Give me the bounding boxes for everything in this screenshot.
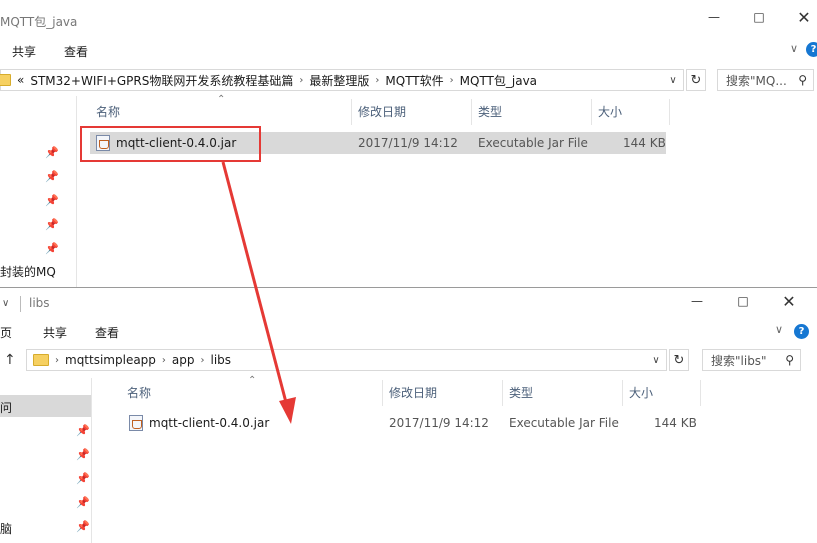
crumb-separator-icon[interactable]: ›	[375, 75, 379, 86]
pin-icon[interactable]: 📌	[45, 194, 59, 207]
nav-item[interactable]: 问	[0, 399, 12, 416]
column-type[interactable]: 类型	[472, 99, 592, 125]
column-headers: 名称 修改日期 类型 大小	[121, 380, 701, 406]
column-type[interactable]: 类型	[503, 380, 623, 406]
minimize-icon[interactable]: —	[676, 288, 718, 318]
pin-icon[interactable]: 📌	[76, 448, 90, 461]
quick-access-icon[interactable]: ∨	[2, 298, 9, 309]
search-input[interactable]: 搜索"libs" ⚲	[702, 349, 801, 371]
pin-icon[interactable]: 📌	[45, 218, 59, 231]
title-separator	[20, 296, 21, 312]
explorer-window-mqtt: MQTT包_java — □ ✕ 共享 查看 ∨ ? « STM32+WIFI+…	[0, 0, 817, 295]
crumb-latest[interactable]: 最新整理版	[309, 72, 369, 89]
crumb-separator-icon[interactable]: ›	[162, 355, 166, 366]
column-size[interactable]: 大小	[592, 99, 670, 125]
file-name: mqtt-client-0.4.0.jar	[149, 416, 270, 430]
search-placeholder: 搜索"libs"	[711, 353, 767, 368]
nav-item-selected-bg	[0, 395, 91, 417]
refresh-icon[interactable]: ↻	[669, 349, 689, 371]
address-overflow[interactable]: «	[17, 73, 24, 87]
search-placeholder: 搜索"MQ...	[726, 73, 787, 88]
file-date: 2017/11/9 14:12	[389, 416, 489, 430]
pin-icon[interactable]: 📌	[45, 170, 59, 183]
title-bar[interactable]: MQTT包_java — □ ✕	[0, 0, 817, 34]
folder-icon	[33, 354, 49, 366]
help-icon[interactable]: ?	[794, 324, 809, 339]
crumb-separator-icon[interactable]: ›	[55, 355, 59, 366]
pin-icon[interactable]: 📌	[45, 146, 59, 159]
ribbon-expand-icon[interactable]: ∨	[775, 323, 783, 336]
search-icon[interactable]: ⚲	[798, 73, 807, 87]
ribbon-expand-icon[interactable]: ∨	[790, 42, 798, 55]
crumb-mqtt-software[interactable]: MQTT软件	[385, 72, 443, 89]
refresh-icon[interactable]: ↻	[686, 69, 706, 91]
crumb-separator-icon[interactable]: ›	[201, 355, 205, 366]
nav-item[interactable]: 脑	[0, 520, 12, 537]
navigation-pane[interactable]: 📌 📌 📌 📌 📌 封装的MQ	[0, 96, 77, 295]
address-bar[interactable]: « STM32+WIFI+GPRS物联网开发系统教程基础篇 › 最新整理版 › …	[0, 69, 684, 91]
tab-view[interactable]: 查看	[95, 324, 119, 341]
navigation-pane[interactable]: 问 📌 📌 📌 📌 脑 📌	[0, 378, 92, 543]
file-date: 2017/11/9 14:12	[358, 136, 458, 150]
column-size[interactable]: 大小	[623, 380, 701, 406]
ribbon: 页 共享 查看 ∨ ?	[0, 317, 817, 345]
maximize-icon[interactable]: □	[722, 288, 764, 318]
pin-icon[interactable]: 📌	[76, 496, 90, 509]
jar-file-icon	[129, 414, 143, 431]
folder-icon	[0, 74, 11, 86]
close-icon[interactable]: ✕	[783, 0, 817, 34]
crumb-mqttsimpleapp[interactable]: mqttsimpleapp	[65, 353, 156, 367]
explorer-window-libs: ∨ libs — □ ✕ 页 共享 查看 ∨ ? ↑ › mqttsimplea…	[0, 287, 817, 543]
column-headers: 名称 修改日期 类型 大小	[90, 99, 670, 125]
crumb-separator-icon[interactable]: ›	[450, 75, 454, 86]
column-name[interactable]: 名称	[90, 99, 352, 125]
close-icon[interactable]: ✕	[768, 288, 810, 318]
file-name-cell[interactable]: mqtt-client-0.4.0.jar	[129, 412, 269, 434]
pin-icon[interactable]: 📌	[76, 520, 90, 533]
pin-icon[interactable]: 📌	[76, 472, 90, 485]
up-arrow-icon[interactable]: ↑	[4, 352, 16, 368]
help-icon[interactable]: ?	[806, 42, 817, 57]
nav-item[interactable]: 封装的MQ	[0, 263, 56, 280]
search-input[interactable]: 搜索"MQ... ⚲	[717, 69, 814, 91]
tab-share[interactable]: 共享	[12, 43, 36, 60]
crumb-stm32[interactable]: STM32+WIFI+GPRS物联网开发系统教程基础篇	[30, 72, 293, 89]
crumb-separator-icon[interactable]: ›	[299, 75, 303, 86]
tab-share[interactable]: 共享	[43, 324, 67, 341]
file-size: 144 KB	[623, 136, 666, 150]
maximize-icon[interactable]: □	[738, 0, 780, 34]
file-row[interactable]: mqtt-client-0.4.0.jar 2017/11/9 14:12 Ex…	[121, 412, 697, 434]
window-title: libs	[29, 296, 50, 310]
ribbon: 共享 查看 ∨ ?	[0, 36, 817, 64]
crumb-mqtt-java[interactable]: MQTT包_java	[460, 72, 537, 89]
tab-view[interactable]: 查看	[64, 43, 88, 60]
search-icon[interactable]: ⚲	[785, 353, 794, 367]
file-type: Executable Jar File	[509, 416, 619, 430]
chevron-down-icon[interactable]: ∨	[648, 350, 664, 370]
pin-icon[interactable]: 📌	[45, 242, 59, 255]
column-name[interactable]: 名称	[121, 380, 383, 406]
minimize-icon[interactable]: —	[693, 0, 735, 34]
crumb-app[interactable]: app	[172, 353, 195, 367]
address-bar[interactable]: › mqttsimpleapp › app › libs ∨	[26, 349, 667, 371]
tab-home[interactable]: 页	[0, 324, 12, 341]
highlight-box	[80, 126, 261, 162]
window-title: MQTT包_java	[0, 15, 78, 29]
chevron-down-icon[interactable]: ∨	[665, 70, 681, 90]
file-size: 144 KB	[654, 416, 697, 430]
file-type: Executable Jar File	[478, 136, 588, 150]
pin-icon[interactable]: 📌	[76, 424, 90, 437]
column-date[interactable]: 修改日期	[383, 380, 503, 406]
crumb-libs[interactable]: libs	[211, 353, 232, 367]
column-date[interactable]: 修改日期	[352, 99, 472, 125]
